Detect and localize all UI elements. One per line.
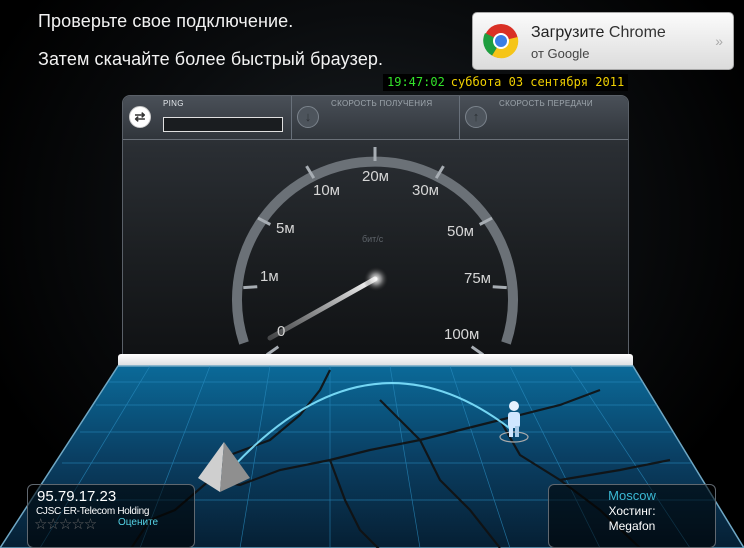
upload-label: СКОРОСТЬ ПЕРЕДАЧИ xyxy=(499,99,593,108)
tick-label-30m: 30м xyxy=(412,182,439,199)
tick-label-100m: 100м xyxy=(444,326,479,343)
clock-date: суббота 03 сентября 2011 xyxy=(450,75,625,89)
tick-label-10m: 10м xyxy=(313,182,340,199)
chrome-ad-title-light: Chrome xyxy=(608,24,666,41)
gauge-unit: бит/с xyxy=(362,234,384,244)
tab-upload-speed[interactable]: ↑ СКОРОСТЬ ПЕРЕДАЧИ xyxy=(459,96,627,139)
tick-label-50m: 50м xyxy=(447,223,474,240)
gauge-tick xyxy=(492,285,507,290)
tab-download-speed[interactable]: ↓ СКОРОСТЬ ПОЛУЧЕНИЯ xyxy=(291,96,460,139)
download-label: СКОРОСТЬ ПОЛУЧЕНИЯ xyxy=(331,99,433,108)
arrow-up-icon: ↑ xyxy=(465,106,487,128)
chrome-ad-title-strong: Загрузите xyxy=(531,24,605,41)
rating-stars[interactable]: ☆☆☆☆☆ xyxy=(34,515,97,533)
chrome-ad-title: Загрузите Chrome xyxy=(531,24,666,42)
server-host: Megafon xyxy=(608,519,656,533)
tick-label-5m: 5м xyxy=(276,220,295,237)
arrow-down-icon: ↓ xyxy=(297,106,319,128)
clock-time: 19:47:02 xyxy=(387,75,445,89)
gauge-needle xyxy=(267,276,378,341)
clock: 19:47:02 суббота 03 сентября 2011 xyxy=(383,74,629,91)
server-info-panel: Moscow Хостинг: Megafon xyxy=(548,484,716,548)
client-info-panel: 95.79.17.23 CJSC ER-Telecom Holding ☆☆☆☆… xyxy=(27,484,195,548)
chrome-logo-icon xyxy=(483,24,519,59)
promo-line-1: Проверьте свое подключение. xyxy=(38,11,294,31)
tick-label-20m: 20м xyxy=(362,168,389,185)
rate-isp-link[interactable]: Оцените xyxy=(118,517,158,528)
result-tabs: ⇄ PING ↓ СКОРОСТЬ ПОЛУЧЕНИЯ ↑ СКОРОСТЬ П… xyxy=(123,96,628,140)
speed-gauge: 0 1м 5м 10м 20м 30м 50м 75м 100м бит/с xyxy=(232,147,518,356)
server-city[interactable]: Moscow xyxy=(549,488,715,503)
tab-ping[interactable]: ⇄ PING xyxy=(123,96,292,139)
ping-value xyxy=(163,117,283,132)
ping-label: PING xyxy=(163,99,184,108)
client-ip: 95.79.17.23 xyxy=(37,488,117,505)
tick-label-75m: 75м xyxy=(464,270,491,287)
chevron-right-icon: » xyxy=(715,33,723,49)
server-host-label: Хостинг: xyxy=(608,504,656,518)
chrome-ad-subtitle: от Google xyxy=(531,46,590,61)
gauge-arc xyxy=(232,156,518,345)
gauge-hub xyxy=(363,266,389,292)
tick-label-1m: 1м xyxy=(260,268,279,285)
promo-line-2: Затем скачайте более быстрый браузер. xyxy=(38,49,384,69)
download-chrome-button[interactable]: Загрузите Chrome от Google » xyxy=(472,12,734,70)
gauge-tick xyxy=(243,285,258,290)
arrows-swap-icon: ⇄ xyxy=(129,106,151,128)
